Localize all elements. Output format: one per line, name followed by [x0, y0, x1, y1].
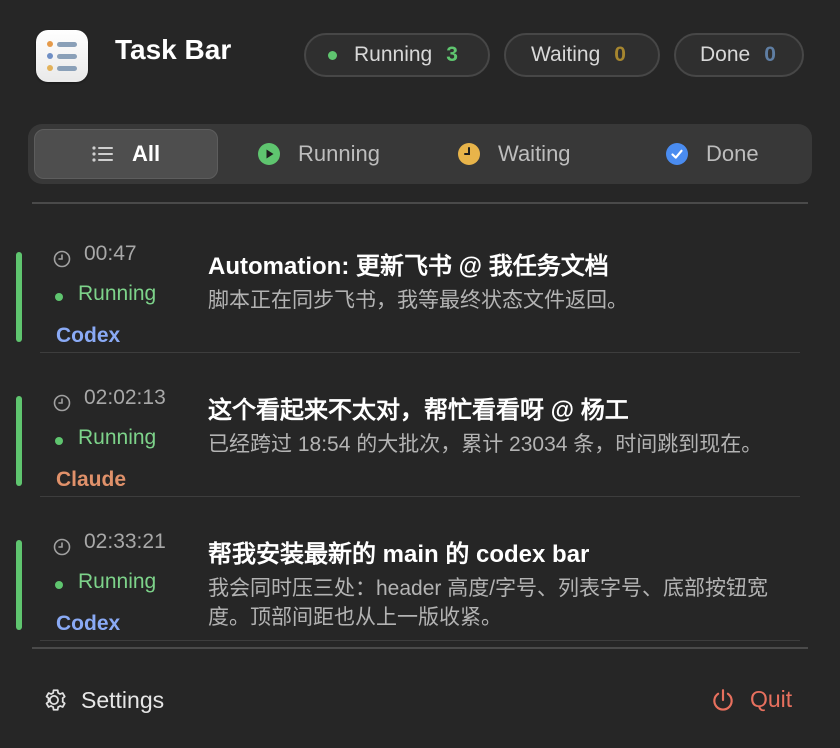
tab-all[interactable]: All — [34, 129, 218, 179]
task-status: Running — [78, 282, 157, 305]
task-title: 这个看起来不太对，帮忙看看呀 @ 杨工 — [208, 397, 629, 424]
tab-running-label: Running — [298, 141, 380, 166]
status-dot-icon — [55, 581, 63, 589]
row-divider — [40, 496, 800, 497]
task-agent: Codex — [56, 324, 121, 347]
running-accent-bar — [16, 540, 22, 630]
task-description: 我会同时压三处：header 高度/字号、列表字号、底部按钮宽度。顶部间距也从上… — [208, 577, 769, 629]
tab-running[interactable]: Running — [258, 129, 380, 179]
summary-waiting-label: Waiting — [531, 43, 601, 66]
tab-waiting-label: Waiting — [498, 141, 571, 166]
header: Task Bar Running 3 Waiting 0 Done 0 — [0, 0, 840, 110]
running-accent-bar — [16, 396, 22, 486]
play-circle-icon — [258, 143, 280, 165]
app-title: Task Bar — [115, 34, 232, 65]
summary-running-pill: Running 3 — [304, 33, 490, 77]
task-row[interactable]: 00:47 Running Codex Automation: 更新飞书 @ 我… — [0, 210, 840, 353]
clock-icon — [53, 394, 71, 417]
task-title: Automation: 更新飞书 @ 我任务文档 — [208, 253, 609, 280]
running-dot-icon — [328, 50, 337, 60]
task-elapsed-time: 02:02:13 — [84, 386, 166, 409]
settings-button[interactable]: Settings — [40, 686, 164, 714]
gear-icon — [40, 686, 68, 714]
clock-icon — [53, 538, 71, 561]
quit-label: Quit — [750, 686, 793, 712]
summary-done-pill: Done 0 — [674, 33, 804, 77]
task-agent: Claude — [56, 468, 127, 491]
task-title: 帮我安装最新的 main 的 codex bar — [208, 541, 590, 568]
summary-waiting-count: 0 — [614, 43, 626, 66]
task-elapsed-time: 02:33:21 — [84, 530, 166, 553]
summary-running-count: 3 — [446, 43, 458, 66]
clock-icon — [53, 250, 71, 273]
quit-button[interactable]: Quit — [710, 686, 792, 713]
task-elapsed-time: 00:47 — [84, 242, 137, 265]
tab-waiting[interactable]: Waiting — [458, 129, 571, 179]
task-row[interactable]: 02:02:13 Running Claude 这个看起来不太对，帮忙看看呀 @… — [0, 354, 840, 497]
task-status: Running — [78, 426, 157, 449]
app-icon — [36, 30, 88, 82]
list-icon — [92, 146, 114, 162]
bottom-divider — [32, 647, 808, 649]
summary-running-label: Running — [354, 43, 433, 66]
task-description: 脚本正在同步飞书，我等最终状态文件返回。 — [208, 289, 628, 312]
tab-done[interactable]: Done — [666, 129, 759, 179]
settings-label: Settings — [81, 686, 165, 713]
summary-done-count: 0 — [764, 43, 776, 66]
status-dot-icon — [55, 437, 63, 445]
running-accent-bar — [16, 252, 22, 342]
task-status: Running — [78, 570, 157, 593]
row-divider — [40, 352, 800, 353]
tab-all-label: All — [131, 141, 161, 166]
power-icon — [710, 687, 736, 713]
top-divider — [32, 202, 808, 204]
row-divider — [40, 640, 800, 641]
task-description: 已经跨过 18:54 的大批次，累计 23034 条，时间跳到现在。 — [208, 433, 763, 456]
tab-done-label: Done — [706, 141, 759, 166]
task-row[interactable]: 02:33:21 Running Codex 帮我安装最新的 main 的 co… — [0, 498, 840, 641]
summary-done-label: Done — [700, 43, 751, 66]
summary-waiting-pill: Waiting 0 — [504, 33, 660, 77]
clock-circle-icon — [458, 143, 480, 165]
filter-tabs: All Running Waiting Done — [28, 124, 812, 184]
task-agent: Codex — [56, 612, 121, 635]
status-dot-icon — [55, 293, 63, 301]
check-circle-icon — [666, 143, 688, 165]
